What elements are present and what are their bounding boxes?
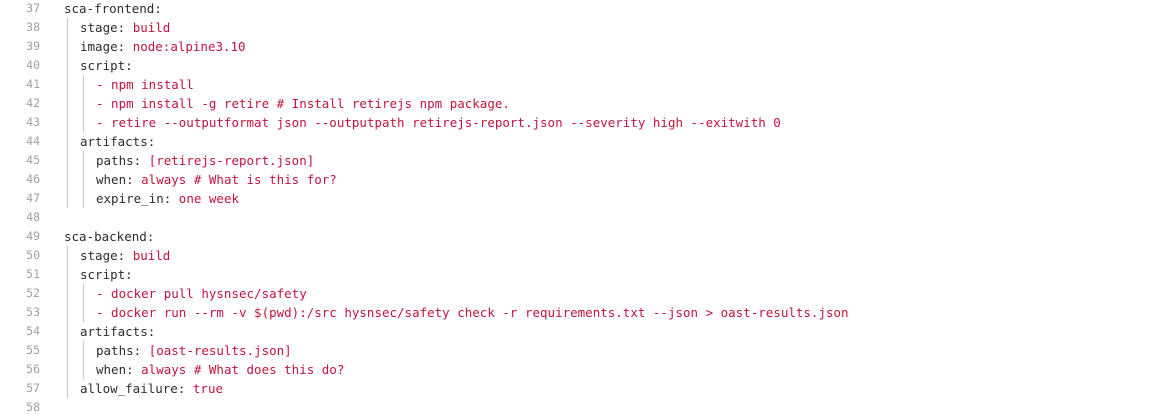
line-number: 55 (26, 343, 40, 357)
yaml-key: expire_in: (96, 191, 179, 206)
code-line[interactable]: 57 allow_failure: true (0, 379, 1155, 398)
code-text: paths: [oast-results.json] (64, 341, 292, 360)
code-line[interactable]: 58 (0, 398, 1155, 417)
yaml-key: allow_failure: (80, 381, 193, 396)
yaml-value: - docker pull hysnsec/safety (96, 286, 307, 301)
code-text: - npm install -g retire # Install retire… (64, 94, 510, 113)
line-number: 43 (26, 115, 40, 129)
code-text: script: (64, 265, 133, 284)
line-number: 39 (26, 39, 40, 53)
code-text: sca-backend: (64, 227, 154, 246)
code-line[interactable]: 46 when: always # What is this for? (0, 170, 1155, 189)
code-text: stage: build (64, 18, 170, 37)
line-number: 46 (26, 172, 40, 186)
yaml-value: build (132, 248, 171, 263)
code-text: when: always # What does this do? (64, 360, 344, 379)
code-line[interactable]: 49 sca-backend: (0, 227, 1155, 246)
line-number: 58 (26, 400, 40, 414)
yaml-value: - npm install -g retire # Install retire… (96, 96, 510, 111)
line-number: 56 (26, 362, 40, 376)
code-text: - docker run --rm -v $(pwd):/src hysnsec… (64, 303, 849, 322)
code-line[interactable]: 51 script: (0, 265, 1155, 284)
code-text: artifacts: (64, 132, 155, 151)
code-line[interactable]: 40 script: (0, 56, 1155, 75)
line-number: 52 (26, 286, 40, 300)
code-text: sca-frontend: (64, 0, 162, 18)
line-number: 40 (26, 58, 40, 72)
code-line[interactable]: 45 paths: [retirejs-report.json] (0, 151, 1155, 170)
yaml-value: - retire --outputformat json --outputpat… (96, 115, 781, 130)
yaml-key: artifacts: (80, 324, 156, 339)
code-text: - retire --outputformat json --outputpat… (64, 113, 781, 132)
code-line[interactable]: 50 stage: build (0, 246, 1155, 265)
code-line[interactable]: 52 - docker pull hysnsec/safety (0, 284, 1155, 303)
code-text: expire_in: one week (64, 189, 239, 208)
line-number: 51 (26, 267, 40, 281)
yaml-key: when: (96, 362, 142, 377)
yaml-key: sca-frontend: (64, 1, 162, 16)
code-line[interactable]: 42 - npm install -g retire # Install reti… (0, 94, 1155, 113)
line-number: 44 (26, 134, 40, 148)
yaml-value: always # What does this do? (141, 362, 345, 377)
yaml-key: artifacts: (80, 134, 156, 149)
code-text: - docker pull hysnsec/safety (64, 284, 307, 303)
code-text: allow_failure: true (64, 379, 223, 398)
code-line[interactable]: 39 image: node:alpine3.10 (0, 37, 1155, 56)
code-line[interactable]: 48 (0, 208, 1155, 227)
line-number: 37 (26, 1, 40, 15)
line-number: 41 (26, 77, 40, 91)
code-line[interactable]: 38 stage: build (0, 18, 1155, 37)
code-text: paths: [retirejs-report.json] (64, 151, 314, 170)
yaml-value: always # What is this for? (141, 172, 337, 187)
code-line[interactable]: 56 when: always # What does this do? (0, 360, 1155, 379)
code-line[interactable]: 44 artifacts: (0, 132, 1155, 151)
yaml-key: script: (80, 267, 133, 282)
yaml-key: when: (96, 172, 142, 187)
code-text: script: (64, 56, 133, 75)
yaml-key: image: (80, 39, 133, 54)
line-number: 47 (26, 191, 40, 205)
yaml-key: paths: (96, 343, 149, 358)
yaml-key: stage: (80, 248, 133, 263)
yaml-value: - npm install (96, 77, 194, 92)
code-line[interactable]: 43 - retire --outputformat json --outputp… (0, 113, 1155, 132)
yaml-value: true (192, 381, 223, 396)
yaml-key: paths: (96, 153, 149, 168)
code-text: stage: build (64, 246, 170, 265)
yaml-value: one week (178, 191, 240, 206)
yaml-value: - docker run --rm -v $(pwd):/src hysnsec… (96, 305, 849, 320)
line-number: 48 (26, 210, 40, 224)
code-line[interactable]: 54 artifacts: (0, 322, 1155, 341)
yaml-key: script: (80, 58, 133, 73)
yaml-value: [retirejs-report.json] (148, 153, 315, 168)
yaml-key: sca-backend: (64, 229, 155, 244)
line-number: 57 (26, 381, 40, 395)
yaml-value: build (132, 20, 171, 35)
code-text: - npm install (64, 75, 194, 94)
code-text: image: node:alpine3.10 (64, 37, 246, 56)
yaml-key: stage: (80, 20, 133, 35)
code-line[interactable]: 55 paths: [oast-results.json] (0, 341, 1155, 360)
line-number: 45 (26, 153, 40, 167)
code-text: artifacts: (64, 322, 155, 341)
line-number: 50 (26, 248, 40, 262)
line-number: 38 (26, 20, 40, 34)
code-line[interactable]: 37 sca-frontend: (0, 0, 1155, 18)
code-line[interactable]: 41 - npm install (0, 75, 1155, 94)
line-number: 49 (26, 229, 40, 243)
line-number: 53 (26, 305, 40, 319)
code-editor[interactable]: 37 sca-frontend: 38 stage: build 39 image: no… (0, 0, 1155, 414)
code-line[interactable]: 53 - docker run --rm -v $(pwd):/src hysns… (0, 303, 1155, 322)
code-line[interactable]: 47 expire_in: one week (0, 189, 1155, 208)
yaml-value: node:alpine3.10 (132, 39, 246, 54)
code-text: when: always # What is this for? (64, 170, 337, 189)
yaml-value: [oast-results.json] (148, 343, 292, 358)
line-number: 54 (26, 324, 40, 338)
line-number: 42 (26, 96, 40, 110)
